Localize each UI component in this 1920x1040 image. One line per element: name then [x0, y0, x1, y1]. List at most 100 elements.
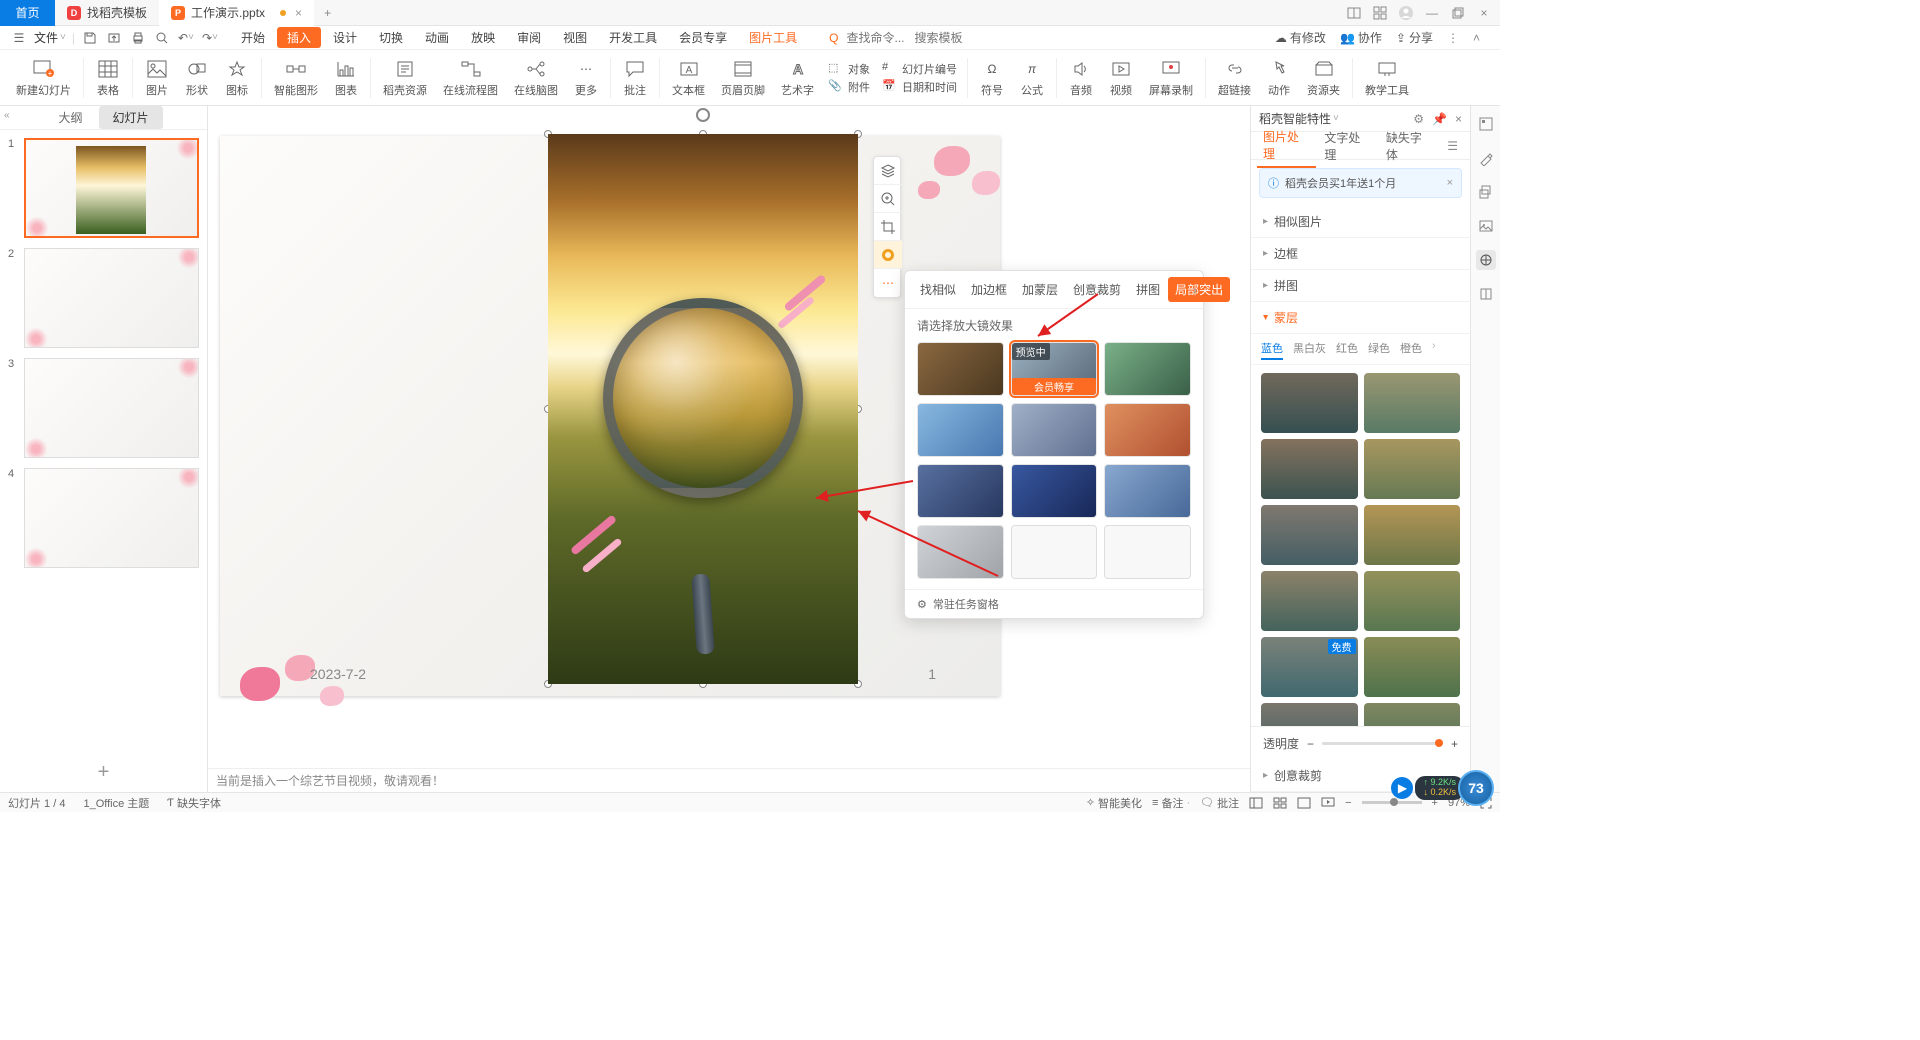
- tab-home[interactable]: 首页: [0, 0, 55, 26]
- filter-item[interactable]: [1261, 439, 1358, 499]
- object-button[interactable]: ⬚对象: [828, 61, 870, 77]
- hyperlink-button[interactable]: 超链接: [1210, 57, 1259, 98]
- slide-thumb-3[interactable]: [24, 358, 199, 458]
- textbox-button[interactable]: A文本框: [664, 57, 713, 98]
- collapse-icon[interactable]: ˄: [1473, 31, 1480, 45]
- notes-bar[interactable]: 当前是插入一个综艺节目视频，敬请观看！: [208, 768, 1250, 792]
- effect-item[interactable]: [1104, 464, 1191, 518]
- undo-button[interactable]: ↶ ˅: [177, 29, 195, 47]
- popup-nav-next[interactable]: ›: [1193, 283, 1197, 297]
- equation-button[interactable]: π公式: [1012, 57, 1052, 98]
- file-menu[interactable]: 文件 ˅: [34, 29, 66, 46]
- flowchart-button[interactable]: 在线流程图: [435, 57, 506, 98]
- play-button[interactable]: ▶: [1391, 777, 1413, 799]
- template-search-input[interactable]: [915, 31, 975, 45]
- minus-icon[interactable]: −: [1307, 737, 1314, 751]
- video-button[interactable]: 视频: [1101, 57, 1141, 98]
- slide-thumb-2[interactable]: [24, 248, 199, 348]
- color-orange[interactable]: 橙色: [1400, 338, 1422, 360]
- effect-item-preview[interactable]: 预览中会员畅享: [1011, 342, 1098, 396]
- coop-button[interactable]: 👥协作: [1340, 29, 1382, 46]
- effect-item[interactable]: [1011, 525, 1098, 579]
- filter-item[interactable]: [1364, 439, 1461, 499]
- color-more[interactable]: ›: [1432, 338, 1436, 360]
- plus-icon[interactable]: +: [1451, 737, 1458, 751]
- popup-tab-overlay[interactable]: 加蒙层: [1015, 277, 1065, 302]
- minimize-button[interactable]: —: [1424, 5, 1440, 21]
- tab-file-active[interactable]: P 工作演示.pptx ×: [159, 0, 314, 26]
- member-notice[interactable]: ⓘ 稻壳会员买1年送1个月 ×: [1259, 168, 1462, 198]
- audio-button[interactable]: 音频: [1061, 57, 1101, 98]
- filter-item[interactable]: [1364, 505, 1461, 565]
- tab-add-button[interactable]: +: [314, 0, 341, 26]
- color-blue[interactable]: 蓝色: [1261, 338, 1283, 360]
- canvas-scroll[interactable]: 2023-7-2 1: [208, 106, 1250, 768]
- zoom-out-button[interactable]: −: [1345, 797, 1351, 809]
- rtab-member[interactable]: 会员专享: [669, 27, 737, 48]
- grid-icon[interactable]: [1372, 5, 1388, 21]
- header-footer-button[interactable]: 页眉页脚: [713, 57, 773, 98]
- rtab-design[interactable]: 设计: [323, 27, 367, 48]
- notice-close-icon[interactable]: ×: [1447, 177, 1453, 189]
- popup-tab-highlight[interactable]: 局部突出: [1168, 277, 1230, 302]
- zoom-icon[interactable]: [874, 185, 902, 213]
- strip-design-icon[interactable]: [1476, 148, 1496, 168]
- notes-button[interactable]: ≡备注 ·: [1152, 795, 1190, 811]
- rtab-view[interactable]: 视图: [553, 27, 597, 48]
- crop-icon[interactable]: [874, 213, 902, 241]
- print-icon[interactable]: [129, 29, 147, 47]
- screenrec-button[interactable]: 屏幕录制: [1141, 57, 1201, 98]
- close-icon[interactable]: ×: [1455, 112, 1462, 126]
- filter-item[interactable]: [1364, 637, 1461, 697]
- pin-icon[interactable]: 📌: [1432, 112, 1447, 126]
- rtab-picture-tools[interactable]: 图片工具: [739, 27, 807, 48]
- menu-icon[interactable]: ☰: [10, 29, 28, 47]
- avatar-icon[interactable]: [1398, 5, 1414, 21]
- popup-tab-similar[interactable]: 找相似: [913, 277, 963, 302]
- comment-button[interactable]: 批注: [615, 57, 655, 98]
- datetime-button[interactable]: 📅日期和时间: [882, 79, 957, 95]
- view-slideshow-icon[interactable]: [1321, 797, 1335, 809]
- effect-item[interactable]: [917, 464, 1004, 518]
- rp-tab-fonts[interactable]: 缺失字体: [1380, 125, 1439, 167]
- redo-button[interactable]: ↷ ˅: [201, 29, 219, 47]
- rtab-review[interactable]: 审阅: [507, 27, 551, 48]
- maximize-button[interactable]: [1450, 5, 1466, 21]
- slide-thumb-1[interactable]: [24, 138, 199, 238]
- effect-item[interactable]: [1104, 342, 1191, 396]
- panel-collapse-icon[interactable]: «: [4, 110, 10, 121]
- filter-item[interactable]: [1261, 571, 1358, 631]
- rp-tab-text[interactable]: 文字处理: [1318, 125, 1377, 167]
- popup-tab-crop[interactable]: 创意裁剪: [1066, 277, 1128, 302]
- view-sorter-icon[interactable]: [1273, 797, 1287, 809]
- picture-button[interactable]: 图片: [137, 57, 177, 98]
- docer-button[interactable]: 稻壳资源: [375, 57, 435, 98]
- add-slide-button[interactable]: +: [0, 752, 207, 792]
- section-border[interactable]: ▸边框: [1251, 238, 1470, 270]
- save-icon[interactable]: [81, 29, 99, 47]
- rtab-start[interactable]: 开始: [231, 27, 275, 48]
- tab-close-button[interactable]: ×: [295, 6, 302, 20]
- selected-image[interactable]: [548, 134, 858, 684]
- color-bw[interactable]: 黑白灰: [1293, 338, 1326, 360]
- tab-templates[interactable]: D 找稻壳模板: [55, 0, 159, 26]
- effect-item[interactable]: [1011, 464, 1098, 518]
- attach-button[interactable]: 📎附件: [828, 79, 870, 95]
- effect-item[interactable]: [1011, 403, 1098, 457]
- action-button[interactable]: 动作: [1259, 57, 1299, 98]
- effect-item[interactable]: [917, 525, 1004, 579]
- rtab-insert[interactable]: 插入: [277, 27, 321, 48]
- layout-icon[interactable]: [1346, 5, 1362, 21]
- popup-tab-collage[interactable]: 拼图: [1129, 277, 1167, 302]
- popup-footer[interactable]: ⚙ 常驻任务窗格: [905, 589, 1203, 618]
- filter-item[interactable]: [1261, 505, 1358, 565]
- opacity-slider[interactable]: [1322, 742, 1443, 745]
- slider-thumb[interactable]: [1435, 739, 1443, 747]
- strip-book-icon[interactable]: [1476, 284, 1496, 304]
- filter-item[interactable]: [1261, 373, 1358, 433]
- missing-fonts-button[interactable]: Ƭ缺失字体: [167, 795, 221, 811]
- chart-button[interactable]: 图表: [326, 57, 366, 98]
- effects-icon[interactable]: [874, 241, 902, 269]
- preview-icon[interactable]: [153, 29, 171, 47]
- color-red[interactable]: 红色: [1336, 338, 1358, 360]
